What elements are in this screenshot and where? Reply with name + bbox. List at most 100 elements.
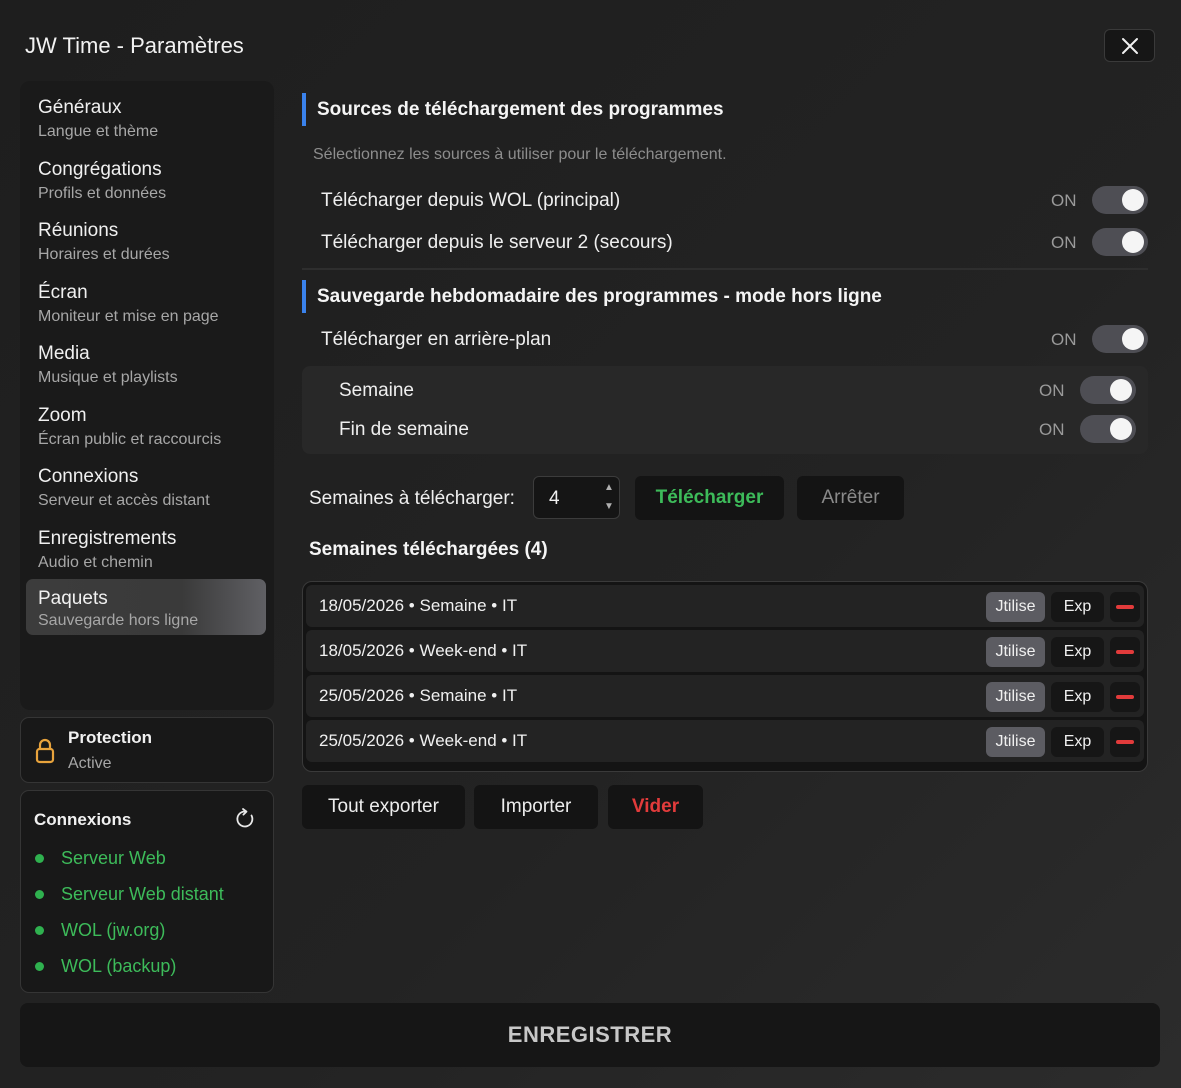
connection-item-wol-backup: WOL (backup) [35, 954, 176, 978]
weekday-label: Semaine [339, 380, 414, 401]
weekend-toggle[interactable] [1080, 415, 1136, 443]
remove-button[interactable] [1110, 592, 1140, 622]
sidebar-item-title: Connexions [38, 466, 139, 487]
sidebar-item-subtitle: Écran public et raccourcis [38, 431, 222, 448]
server2-source-toggle[interactable] [1092, 228, 1148, 256]
backup-section-header: Sauvegarde hebdomadaire des programmes -… [302, 280, 1148, 313]
connection-label: WOL (jw.org) [61, 919, 166, 940]
weeks-to-download-label: Semaines à télécharger: [309, 488, 515, 509]
backup-subgroup: Semaine ON Fin de semaine ON [302, 366, 1148, 454]
sidebar-item-media[interactable]: Media Musique et playlists [26, 339, 266, 395]
use-button[interactable]: Jtilise [986, 727, 1045, 757]
minus-icon [1116, 740, 1134, 744]
remove-button[interactable] [1110, 727, 1140, 757]
refresh-icon[interactable] [233, 807, 257, 831]
close-icon [1121, 37, 1138, 54]
connection-label: WOL (backup) [61, 955, 177, 976]
sidebar-item-subtitle: Langue et thème [38, 123, 159, 140]
close-button[interactable] [1104, 29, 1155, 62]
export-button[interactable]: Exp [1051, 592, 1104, 622]
connection-label: Serveur Web [61, 847, 166, 868]
weeks-value: 4 [549, 488, 560, 509]
sidebar-item-subtitle: Audio et chemin [38, 554, 153, 571]
downloaded-weeks-title: Semaines téléchargées (4) [309, 539, 548, 560]
stepper-down-icon[interactable]: ▼ [604, 501, 614, 512]
connection-label: Serveur Web distant [61, 883, 224, 904]
section-divider [302, 268, 1148, 270]
background-download-toggle[interactable] [1092, 325, 1148, 353]
server2-source-state: ON [1051, 233, 1077, 252]
downloaded-weeks-list: 18/05/2026 • Semaine • IT Jtilise Exp 18… [302, 581, 1148, 772]
sidebar-item-subtitle: Sauvegarde hors ligne [38, 612, 199, 629]
sidebar-item-reunions[interactable]: Réunions Horaires et durées [26, 216, 266, 272]
download-button[interactable]: Télécharger [635, 476, 784, 520]
save-button[interactable]: ENREGISTRER [20, 1003, 1160, 1067]
weekend-label: Fin de semaine [339, 419, 469, 440]
export-button[interactable]: Exp [1051, 637, 1104, 667]
weeks-stepper[interactable]: 4 ▲ ▼ [533, 476, 620, 519]
sidebar-item-title: Zoom [38, 405, 87, 426]
remove-button[interactable] [1110, 682, 1140, 712]
sidebar-item-enregistrements[interactable]: Enregistrements Audio et chemin [26, 524, 266, 580]
protection-title: Protection [68, 728, 153, 747]
status-dot [35, 853, 44, 863]
protection-status: Active [68, 755, 112, 772]
week-label: 18/05/2026 • Semaine • IT [319, 596, 518, 615]
status-dot [35, 961, 44, 971]
list-item: 25/05/2026 • Week-end • IT Jtilise Exp [306, 720, 1144, 762]
wol-source-label: Télécharger depuis WOL (principal) [321, 190, 621, 211]
weekend-state: ON [1039, 420, 1065, 439]
export-all-button[interactable]: Tout exporter [302, 785, 465, 829]
wol-source-toggle[interactable] [1092, 186, 1148, 214]
connection-item-wol-jworg: WOL (jw.org) [35, 918, 165, 942]
status-dot [35, 925, 44, 935]
export-button[interactable]: Exp [1051, 727, 1104, 757]
use-button[interactable]: Jtilise [986, 592, 1045, 622]
import-button[interactable]: Importer [474, 785, 598, 829]
background-download-label: Télécharger en arrière-plan [321, 329, 552, 350]
weekday-toggle[interactable] [1080, 376, 1136, 404]
week-label: 18/05/2026 • Week-end • IT [319, 641, 528, 660]
sidebar-item-zoom[interactable]: Zoom Écran public et raccourcis [26, 401, 266, 457]
connections-panel: Connexions Serveur Web Serveur Web dista… [20, 790, 274, 993]
remove-button[interactable] [1110, 637, 1140, 667]
stop-button[interactable]: Arrêter [797, 476, 904, 520]
protection-panel[interactable]: Protection Active [20, 717, 274, 783]
minus-icon [1116, 650, 1134, 654]
sources-description: Sélectionnez les sources à utiliser pour… [313, 146, 727, 163]
sources-section-header: Sources de téléchargement des programmes [302, 93, 1148, 126]
week-label: 25/05/2026 • Week-end • IT [319, 731, 528, 750]
clear-button[interactable]: Vider [608, 785, 703, 829]
sidebar-item-title: Réunions [38, 220, 119, 241]
list-item: 25/05/2026 • Semaine • IT Jtilise Exp [306, 675, 1144, 717]
sidebar-item-subtitle: Horaires et durées [38, 246, 170, 263]
sidebar-item-subtitle: Serveur et accès distant [38, 492, 210, 509]
sidebar-item-paquets[interactable]: Paquets Sauvegarde hors ligne [26, 579, 266, 635]
sidebar-item-title: Congrégations [38, 159, 162, 180]
sidebar-item-ecran[interactable]: Écran Moniteur et mise en page [26, 278, 266, 334]
connections-title: Connexions [34, 810, 132, 829]
use-button[interactable]: Jtilise [986, 637, 1045, 667]
sidebar-item-generaux[interactable]: Généraux Langue et thème [26, 93, 266, 149]
connection-item-web-server: Serveur Web [35, 846, 166, 870]
sidebar-item-subtitle: Moniteur et mise en page [38, 308, 219, 325]
sidebar-item-subtitle: Profils et données [38, 185, 167, 202]
minus-icon [1116, 605, 1134, 609]
background-download-state: ON [1051, 330, 1077, 349]
use-button[interactable]: Jtilise [986, 682, 1045, 712]
sidebar-item-title: Media [38, 343, 90, 364]
sidebar-item-connexions[interactable]: Connexions Serveur et accès distant [26, 462, 266, 518]
week-label: 25/05/2026 • Semaine • IT [319, 686, 518, 705]
status-dot [35, 889, 44, 899]
wol-source-state: ON [1051, 191, 1077, 210]
sidebar-item-title: Enregistrements [38, 528, 177, 549]
sidebar-item-congregations[interactable]: Congrégations Profils et données [26, 155, 266, 211]
stepper-up-icon[interactable]: ▲ [604, 482, 614, 493]
connection-item-remote-web-server: Serveur Web distant [35, 882, 224, 906]
list-item: 18/05/2026 • Semaine • IT Jtilise Exp [306, 585, 1144, 627]
sidebar-nav: Généraux Langue et thème Congrégations P… [20, 81, 274, 710]
weekday-state: ON [1039, 381, 1065, 400]
lock-icon [35, 738, 55, 764]
minus-icon [1116, 695, 1134, 699]
export-button[interactable]: Exp [1051, 682, 1104, 712]
